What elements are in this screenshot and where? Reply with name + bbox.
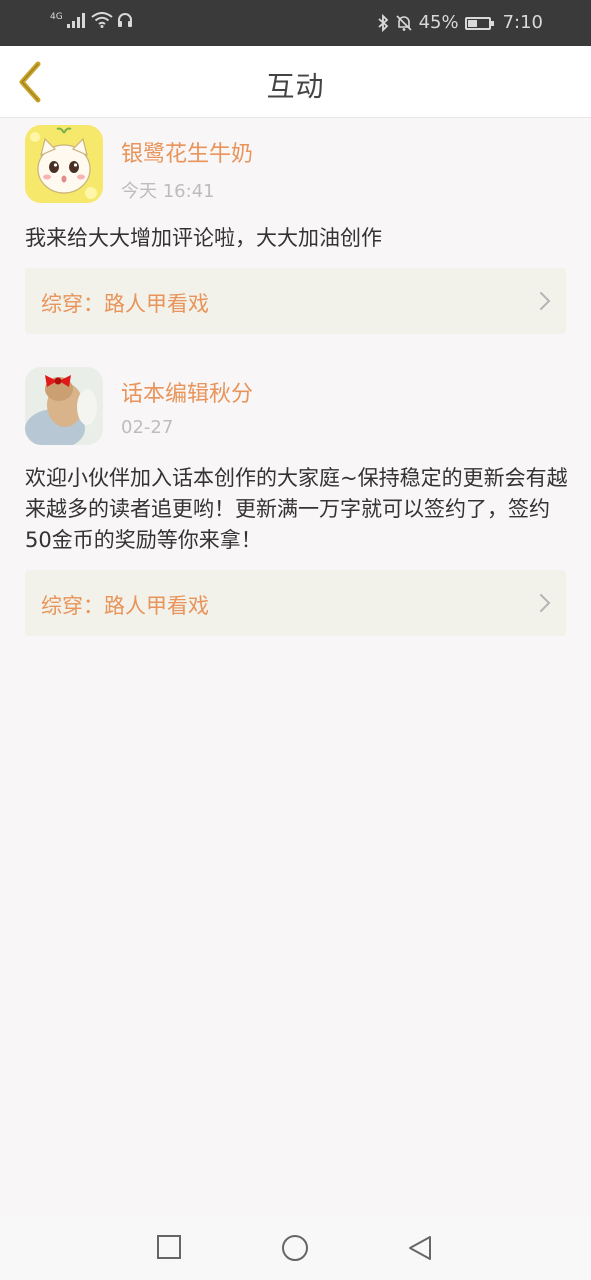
network-type: 4G: [50, 12, 63, 22]
comment-text: 我来给大大增加评论啦，大大加油创作: [25, 226, 382, 250]
status-left: 4G: [50, 12, 133, 28]
cat-avatar-icon: [25, 125, 103, 203]
headset-icon: [117, 13, 132, 27]
work-link[interactable]: 综穿：路人甲看戏: [25, 570, 566, 636]
system-nav-bar: [0, 1216, 591, 1280]
app-header: 互动: [0, 46, 591, 118]
clock: 7:10: [502, 12, 543, 33]
triangle-back-icon[interactable]: [406, 1234, 434, 1262]
battery-percent: 45%: [418, 12, 459, 33]
battery-icon: [464, 16, 494, 30]
work-link[interactable]: 综穿：路人甲看戏: [25, 268, 566, 334]
wifi-icon: [91, 12, 113, 28]
page-title: 互动: [266, 70, 325, 103]
avatar[interactable]: [25, 367, 103, 445]
username[interactable]: 话本编辑秋分: [121, 376, 253, 408]
mute-bell-icon: [395, 15, 412, 31]
signal-icon: [66, 13, 85, 28]
avatar[interactable]: [25, 125, 103, 203]
post-time: 02-27: [121, 417, 174, 438]
circle-icon[interactable]: [281, 1234, 309, 1262]
post-time: 今天 16:41: [121, 181, 215, 202]
status-bar: 4G 45% 7:10: [0, 0, 591, 46]
status-right: 45% 7:10: [377, 12, 543, 34]
girl-avatar-icon: [25, 367, 103, 445]
work-title: 综穿：路人甲看戏: [41, 292, 209, 316]
work-title: 综穿：路人甲看戏: [41, 594, 209, 618]
comment-text: 欢迎小伙伴加入话本创作的大家庭~保持稳定的更新会有越来越多的读者追更哟！更新满一…: [25, 466, 568, 552]
bluetooth-icon: [377, 14, 388, 32]
chevron-right-icon: [540, 292, 551, 310]
battery-level: [467, 19, 477, 27]
username[interactable]: 银鹭花生牛奶: [121, 136, 253, 168]
chevron-right-icon: [540, 594, 551, 612]
square-icon[interactable]: [156, 1234, 182, 1260]
